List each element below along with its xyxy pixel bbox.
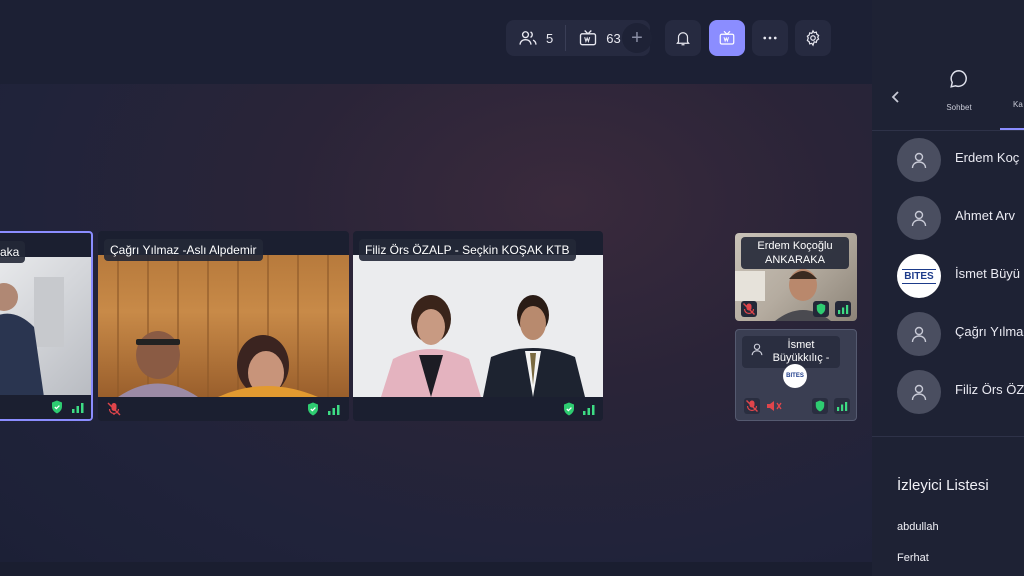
shield-icon <box>812 398 828 414</box>
video-tile-5[interactable]: İsmet Büyükkılıç - BITES <box>735 329 857 421</box>
shield-icon <box>813 301 829 317</box>
sidebar-tabs: Sohbet Ka <box>872 0 1024 131</box>
broadcast-button[interactable] <box>709 20 745 56</box>
avatar <box>897 196 941 240</box>
sidebar-divider <box>872 436 1024 437</box>
viewers-tv-icon <box>580 30 597 46</box>
viewer-item[interactable]: Ferhat <box>897 552 929 564</box>
shield-icon <box>52 400 62 414</box>
mic-off-icon <box>741 301 757 317</box>
viewer-list-title: İzleyici Listesi <box>897 477 989 494</box>
participant-figure <box>0 277 64 397</box>
participants-figure <box>353 255 603 397</box>
participant-row[interactable]: BITES İsmet Büyü <box>872 252 1024 298</box>
avatar <box>897 370 941 414</box>
broadcast-tv-icon <box>719 30 735 45</box>
tab-chat[interactable]: Sohbet <box>936 68 982 112</box>
shield-icon <box>308 402 318 416</box>
tile-name-label: Filiz Örs ÖZALP - Seçkin KOŞAK KTB <box>359 239 576 261</box>
settings-button[interactable] <box>795 20 831 56</box>
more-dots-icon <box>763 36 777 40</box>
signal-icon <box>834 398 850 414</box>
participants-icon <box>519 31 537 45</box>
participant-name: Erdem Koç <box>955 150 1020 165</box>
signal-icon <box>835 301 851 317</box>
tile-status-bar <box>353 397 603 421</box>
chat-bubble-icon <box>950 70 967 88</box>
tab-participants-label[interactable]: Ka <box>1013 100 1023 109</box>
video-tile-2[interactable]: Çağrı Yılmaz -Aslı Alpdemir <box>98 231 349 421</box>
mic-off-icon <box>744 398 760 414</box>
tab-chat-label: Sohbet <box>946 103 972 112</box>
video-feed <box>353 255 603 397</box>
signal-icon <box>72 403 84 413</box>
participant-name: İsmet Büyü <box>955 266 1021 281</box>
notifications-button[interactable] <box>665 20 701 56</box>
user-icon <box>751 343 763 356</box>
video-feed <box>98 255 349 397</box>
viewers-count: 63 <box>606 30 621 46</box>
tile-status-bar <box>98 397 349 421</box>
participant-row[interactable]: Filiz Örs ÖZ <box>872 368 1024 414</box>
user-icon <box>911 152 927 169</box>
tile-logo-text: BITES <box>786 373 804 379</box>
tile-name-label: aka <box>0 241 26 263</box>
participant-name: Çağrı Yılma <box>955 324 1024 339</box>
more-options-button[interactable] <box>752 20 788 56</box>
participants-count: 5 <box>546 30 554 46</box>
chevron-left-icon[interactable] <box>890 90 902 104</box>
tile-status-bar <box>0 395 91 419</box>
avatar-logo: BITES <box>897 254 941 298</box>
participant-name: Ahmet Arv <box>955 208 1015 223</box>
stats-pill: 5 63 + <box>506 20 652 56</box>
user-icon <box>911 384 927 401</box>
user-icon <box>911 326 927 343</box>
sidebar: Sohbet Ka Erdem Koç Ahmet Arv BITES İsme… <box>872 0 1024 576</box>
viewer-item[interactable]: abdullah <box>897 521 939 533</box>
tile-logo-avatar: BITES <box>783 364 807 388</box>
tile-name-label: Çağrı Yılmaz -Aslı Alpdemir <box>104 239 263 261</box>
participant-name: Filiz Örs ÖZ <box>955 382 1024 397</box>
signal-icon <box>328 405 340 415</box>
participants-stat[interactable]: 5 <box>506 20 565 56</box>
participant-row[interactable]: Çağrı Yılma <box>872 310 1024 356</box>
participant-row[interactable]: Ahmet Arv <box>872 194 1024 240</box>
video-tile-3[interactable]: Filiz Örs ÖZALP - Seçkin KOŞAK KTB <box>353 231 603 421</box>
participants-figure <box>117 255 329 397</box>
shield-icon <box>564 402 574 416</box>
video-feed <box>0 257 91 397</box>
participant-row[interactable]: Erdem Koç <box>872 136 1024 182</box>
video-tile-1[interactable]: aka <box>0 231 93 421</box>
video-tile-4[interactable]: Erdem Koçoğlu ANKARAKA <box>735 233 857 321</box>
add-button[interactable]: + <box>622 23 652 53</box>
avatar <box>897 138 941 182</box>
mic-off-icon <box>107 402 121 416</box>
active-tab-indicator <box>1000 128 1024 130</box>
tile-name-label: Erdem Koçoğlu ANKARAKA <box>741 237 849 269</box>
avatar <box>897 312 941 356</box>
speaker-muted-icon <box>767 401 782 411</box>
user-icon <box>911 210 927 227</box>
logo-text: BITES <box>902 268 936 284</box>
bottom-bar-background <box>0 562 872 576</box>
signal-icon <box>583 405 595 415</box>
bell-icon <box>676 32 690 46</box>
gear-icon <box>806 29 820 47</box>
